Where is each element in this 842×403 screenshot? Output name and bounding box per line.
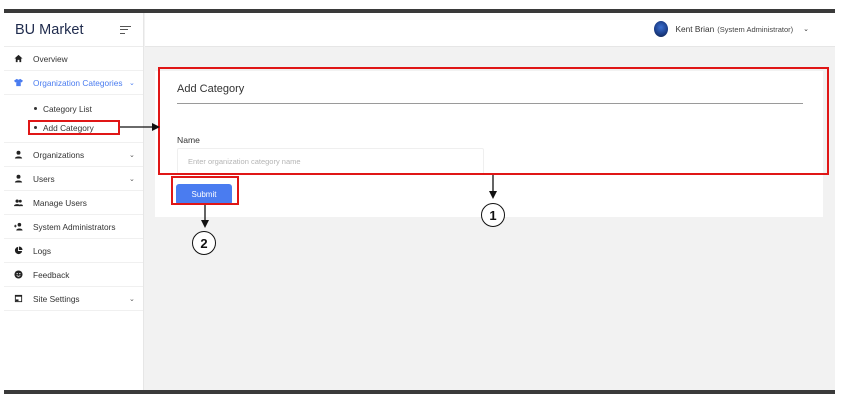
sidebar-item-users[interactable]: Users ⌄ (4, 167, 143, 191)
sidebar-item-overview[interactable]: Overview (4, 47, 143, 71)
pie-chart-icon (14, 246, 23, 255)
shirt-icon (14, 78, 23, 87)
submenu-organization-categories: Category List Add Category (4, 95, 143, 143)
sidebar-item-feedback[interactable]: Feedback (4, 263, 143, 287)
user-name: Kent Brian (675, 24, 715, 34)
window-icon (14, 294, 23, 303)
sidebar-item-label: Feedback (33, 269, 70, 280)
user-menu[interactable]: Kent Brian (System Administrator) ⌄ (653, 21, 809, 37)
person-icon (14, 150, 23, 159)
sidebar: BU Market Overview Organization Categori… (4, 13, 144, 390)
sidebar-item-site-settings[interactable]: Site Settings ⌄ (4, 287, 143, 311)
brand-name: BU Market (15, 21, 84, 38)
person-add-icon (14, 222, 23, 231)
hamburger-menu-icon[interactable] (120, 25, 131, 34)
submenu-item-category-list[interactable]: Category List (4, 99, 143, 118)
sidebar-item-organization-categories[interactable]: Organization Categories ⌄ (4, 71, 143, 95)
sidebar-item-manage-users[interactable]: Manage Users (4, 191, 143, 215)
highlight-submit-button (171, 176, 239, 205)
bullet-icon (34, 107, 37, 110)
sidebar-item-logs[interactable]: Logs (4, 239, 143, 263)
callout-2: 2 (192, 231, 216, 255)
sidebar-item-label: Users (33, 173, 55, 184)
user-role: (System Administrator) (717, 24, 794, 34)
sidebar-item-label: System Administrators (33, 221, 116, 232)
chevron-down-icon: ⌄ (803, 26, 809, 33)
sidebar-item-label: Overview (33, 53, 68, 64)
callout-1: 1 (481, 203, 505, 227)
sidebar-item-label: Organizations (33, 149, 85, 160)
highlight-add-category-menu (28, 120, 120, 135)
chevron-down-icon: ⌄ (129, 295, 135, 303)
brand-bar: BU Market (4, 13, 143, 47)
person-icon (14, 174, 23, 183)
chevron-down-icon: ⌄ (129, 79, 135, 87)
home-icon (14, 54, 23, 63)
sidebar-item-label: Site Settings (33, 293, 80, 304)
sidebar-item-label: Organization Categories (33, 77, 123, 88)
sidebar-item-label: Logs (33, 245, 51, 256)
submenu-item-label: Category List (43, 103, 92, 114)
highlight-form-area (158, 67, 829, 175)
avatar (653, 21, 668, 37)
smiley-icon (14, 270, 23, 279)
chevron-down-icon: ⌄ (129, 151, 135, 159)
sidebar-item-organizations[interactable]: Organizations ⌄ (4, 143, 143, 167)
sidebar-item-system-administrators[interactable]: System Administrators (4, 215, 143, 239)
people-icon (14, 198, 23, 207)
top-bar: Kent Brian (System Administrator) ⌄ (145, 13, 835, 47)
sidebar-item-label: Manage Users (33, 197, 87, 208)
chevron-down-icon: ⌄ (129, 175, 135, 183)
